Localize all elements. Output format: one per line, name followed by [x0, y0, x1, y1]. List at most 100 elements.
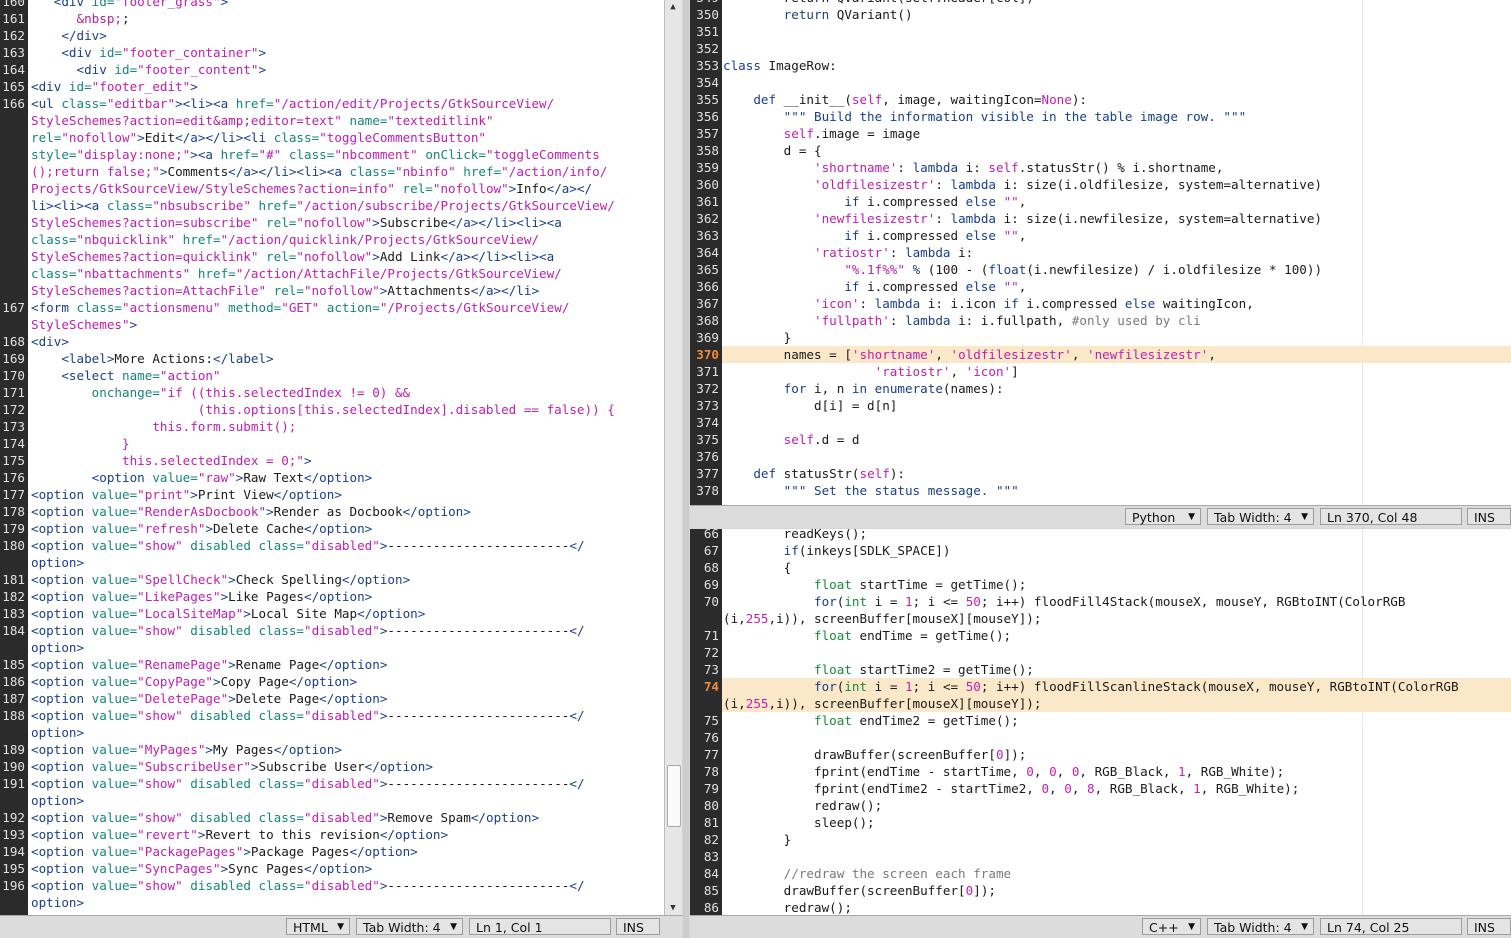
code-line[interactable]: onchange="if ((this.selectedIndex != 0) … — [31, 384, 410, 401]
code-line[interactable]: <ul class="editbar"><li><a href="/action… — [31, 95, 554, 112]
code-line[interactable]: <label>More Actions:</label> — [31, 350, 273, 367]
scrollbar-thumb[interactable] — [667, 765, 681, 827]
code-line[interactable]: 'ratiostr': lambda i: — [723, 244, 973, 261]
code-line[interactable]: StyleSchemes?action=AttachFile" rel="nof… — [31, 282, 539, 299]
code-line[interactable]: } — [723, 329, 792, 346]
code-line[interactable]: <option value="show" disabled class="dis… — [31, 707, 585, 724]
code-line[interactable]: """ Build the information visible in the… — [723, 108, 1247, 125]
code-line[interactable]: 'oldfilesizestr': lambda i: size(i.oldfi… — [723, 176, 1322, 193]
code-line[interactable]: class="nbattachments" href="/action/Atta… — [31, 265, 562, 282]
code-line[interactable]: } — [31, 435, 130, 452]
code-line[interactable]: def __init__(self, image, waitingIcon=No… — [723, 91, 1087, 108]
code-line[interactable]: this.selectedIndex = 0;"> — [31, 452, 312, 469]
code-line[interactable]: //redraw the screen each frame — [723, 865, 1011, 882]
code-line[interactable]: <option value="CopyPage">Copy Page</opti… — [31, 673, 357, 690]
code-line[interactable]: 'icon': lambda i: i.icon if i.compressed… — [723, 295, 1254, 312]
code-line[interactable]: if i.compressed else "", — [723, 278, 1026, 295]
code-line[interactable]: <option value="revert">Revert to this re… — [31, 826, 448, 843]
code-line[interactable]: option> — [31, 894, 84, 911]
code-line[interactable]: d[i] = d[n] — [723, 397, 897, 414]
code-line[interactable]: <option value="show" disabled class="dis… — [31, 775, 585, 792]
code-line[interactable]: self.d = d — [723, 431, 860, 448]
scroll-up-icon[interactable]: ▲ — [665, 0, 681, 14]
code-line[interactable]: 'shortname': lambda i: self.statusStr() … — [723, 159, 1223, 176]
code-line[interactable]: drawBuffer(screenBuffer[0]); — [723, 746, 1026, 763]
tab-width-selector[interactable]: Tab Width: 4 ▼ — [1207, 508, 1314, 525]
code-line[interactable]: <option value="PackagePages">Package Pag… — [31, 843, 418, 860]
code-line[interactable]: <form class="actionsmenu" method="GET" a… — [31, 299, 569, 316]
code-line[interactable]: names = ['shortname', 'oldfilesizestr', … — [723, 346, 1216, 363]
code-line[interactable]: </div> — [31, 27, 107, 44]
code-line[interactable]: li><li><a class="nbsubscribe" href="/act… — [31, 197, 615, 214]
cpp-editor-pane[interactable]: 66 readKeys(); 67 if(inkeys[SDLK_SPACE]) 6… — [690, 529, 1511, 915]
code-line[interactable]: { — [723, 559, 792, 576]
code-line[interactable]: if i.compressed else "", — [723, 193, 1026, 210]
code-line[interactable]: self.image = image — [723, 125, 921, 142]
code-line[interactable]: <option value="show" disabled class="dis… — [31, 809, 539, 826]
code-line[interactable]: &nbsp;; — [31, 10, 130, 27]
scroll-down-icon[interactable]: ▼ — [665, 901, 681, 915]
code-line[interactable]: return QVariant() — [723, 6, 913, 23]
code-line[interactable]: option> — [31, 639, 84, 656]
language-selector[interactable]: Python ▼ — [1125, 508, 1201, 525]
code-line[interactable]: """ Set the status message. """ — [723, 482, 1019, 499]
code-line[interactable]: rel="nofollow">Edit</a></li><li class="t… — [31, 129, 486, 146]
code-line[interactable]: for i, n in enumerate(names): — [723, 380, 1004, 397]
code-line[interactable]: class="nbquicklink" href="/action/quickl… — [31, 231, 539, 248]
language-selector[interactable]: C++ ▼ — [1142, 918, 1201, 935]
code-line[interactable]: <option value="SyncPages">Sync Pages</op… — [31, 860, 372, 877]
html-editor-scrollbar[interactable]: ▲ ▼ — [664, 0, 682, 915]
code-line[interactable]: fprint(endTime2 - startTime2, 0, 0, 8, R… — [723, 780, 1299, 797]
code-line[interactable]: for(int i = 1; i <= 50; i++) floodFillSc… — [723, 678, 1459, 695]
code-line[interactable]: option> — [31, 792, 84, 809]
code-line[interactable]: ();return false;">Comments</a></li><li><… — [31, 163, 607, 180]
code-line[interactable]: <option value="LocalSiteMap">Local Site … — [31, 605, 425, 622]
code-line[interactable]: "%.1f%%" % (100 - (float(i.newfilesize) … — [723, 261, 1322, 278]
code-line[interactable]: <option value="raw">Raw Text</option> — [31, 469, 373, 486]
code-line[interactable]: sleep(); — [723, 814, 875, 831]
code-line[interactable]: d = { — [723, 142, 822, 159]
pane-splitter[interactable] — [683, 0, 689, 938]
code-line[interactable]: float startTime = getTime(); — [723, 576, 1026, 593]
code-line[interactable]: <option value="SpellCheck">Check Spellin… — [31, 571, 410, 588]
code-line[interactable]: <div id="footer_content"> — [31, 61, 266, 78]
code-line[interactable]: style="display:none;"><a href="#" class=… — [31, 146, 600, 163]
code-line[interactable]: (i,255,i)), screenBuffer[mouseX][mouseY]… — [723, 610, 1041, 627]
code-line[interactable]: for(int i = 1; i <= 50; i++) floodFill4S… — [723, 593, 1405, 610]
html-editor-pane[interactable]: 160 <div id="footer_grass"> 161 &nbsp;; 16… — [0, 0, 664, 915]
code-line[interactable]: StyleSchemes?action=edit&amp;editor=text… — [31, 112, 494, 129]
code-line[interactable]: if i.compressed else "", — [723, 227, 1026, 244]
code-line[interactable]: <div id="footer_edit"> — [31, 78, 198, 95]
code-line[interactable]: Projects/GtkSourceView/StyleSchemes?acti… — [31, 180, 592, 197]
code-line[interactable]: 'newfilesizestr': lambda i: size(i.newfi… — [723, 210, 1322, 227]
code-line[interactable]: 'fullpath': lambda i: i.fullpath, #only … — [723, 312, 1201, 329]
code-line[interactable]: fprint(endTime - startTime, 0, 0, 0, RGB… — [723, 763, 1284, 780]
tab-width-selector[interactable]: Tab Width: 4 ▼ — [356, 918, 463, 935]
code-line[interactable]: } — [723, 831, 792, 848]
code-line[interactable]: <option value="refresh">Delete Cache</op… — [31, 520, 372, 537]
code-line[interactable]: if(inkeys[SDLK_SPACE]) — [723, 542, 951, 559]
code-line[interactable]: <option value="SubscribeUser">Subscribe … — [31, 758, 433, 775]
code-line[interactable]: this.form.submit(); — [31, 418, 296, 435]
code-line[interactable]: <option value="MyPages">My Pages</option… — [31, 741, 342, 758]
python-editor-pane[interactable]: 349 return QVariant(self.header[col])350… — [690, 0, 1511, 505]
code-line[interactable]: class ImageRow: — [723, 57, 837, 74]
code-line[interactable]: <div id="footer_container"> — [31, 44, 266, 61]
code-line[interactable]: option> — [31, 724, 84, 741]
code-line[interactable]: StyleSchemes"> — [31, 316, 137, 333]
code-line[interactable]: <div> — [31, 333, 69, 350]
code-line[interactable]: 'ratiostr', 'icon'] — [723, 363, 1019, 380]
code-line[interactable]: float startTime2 = getTime(); — [723, 661, 1034, 678]
code-line[interactable]: float endTime2 = getTime(); — [723, 712, 1019, 729]
code-line[interactable]: redraw(); — [723, 899, 852, 915]
code-line[interactable]: option> — [31, 554, 84, 571]
code-line[interactable]: <option value="show" disabled class="dis… — [31, 537, 585, 554]
tab-width-selector[interactable]: Tab Width: 4 ▼ — [1207, 918, 1314, 935]
language-selector[interactable]: HTML ▼ — [286, 918, 350, 935]
code-line[interactable]: <option value="RenderAsDocbook">Render a… — [31, 503, 471, 520]
code-line[interactable]: <option value="show" disabled class="dis… — [31, 877, 585, 894]
code-line[interactable]: StyleSchemes?action=quicklink" rel="nofo… — [31, 248, 554, 265]
code-line[interactable]: drawBuffer(screenBuffer[0]); — [723, 882, 996, 899]
code-line[interactable]: def statusStr(self): — [723, 465, 905, 482]
code-line[interactable]: <div id="footer_grass"> — [31, 0, 228, 10]
